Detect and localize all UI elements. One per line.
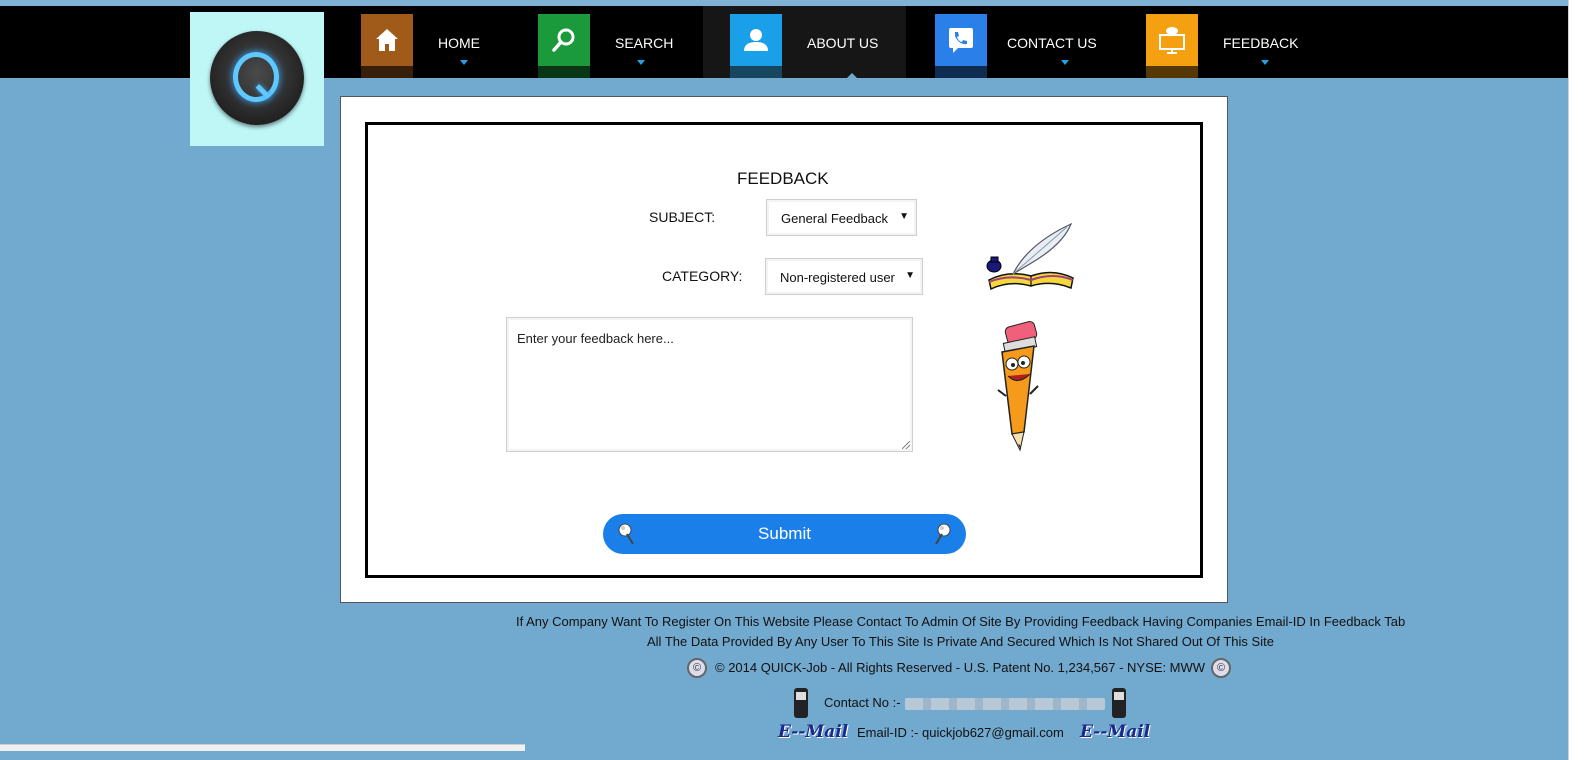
nav-item-home[interactable]: HOME: [360, 6, 510, 78]
category-label: CATEGORY:: [662, 268, 743, 284]
logo-q-icon: [233, 52, 279, 102]
subject-label: SUBJECT:: [649, 209, 716, 225]
chevron-down-icon: [460, 60, 468, 65]
mobile-phone-icon: [1112, 688, 1126, 718]
nav-item-contact-us[interactable]: CONTACT US: [934, 6, 1114, 78]
mobile-phone-icon: [794, 688, 808, 718]
category-select[interactable]: Non-registered user ▼: [765, 258, 923, 295]
contact-number-redacted: [904, 697, 1105, 710]
pencil-character-illustration: [997, 321, 1039, 452]
search-icon: [538, 14, 590, 66]
footer-copyright: © 2014 QUICK-Job - All Rights Reserved -…: [715, 660, 1206, 675]
logo-ring: [210, 31, 304, 125]
vertical-scrollbar[interactable]: [1568, 0, 1584, 760]
subject-select-value: General Feedback: [781, 211, 888, 226]
category-select-value: Non-registered user: [780, 270, 895, 285]
footer-contact: Contact No :-: [824, 695, 1105, 710]
submit-button[interactable]: Submit: [603, 514, 966, 554]
footer-register-note: If Any Company Want To Register On This …: [516, 614, 1406, 629]
email-logo-icon: E--Mail: [778, 722, 849, 742]
home-icon: [361, 14, 413, 66]
footer-email[interactable]: Email-ID :- quickjob627@gmail.com: [857, 725, 1064, 740]
nav-label-about-us: ABOUT US: [807, 35, 879, 51]
phone-icon: [935, 14, 987, 66]
resize-handle[interactable]: [902, 441, 910, 449]
nav-label-search: SEARCH: [615, 35, 674, 51]
chevron-down-icon: [1061, 60, 1069, 65]
subject-select[interactable]: General Feedback ▼: [766, 199, 917, 236]
contact-label: Contact No :-: [824, 695, 901, 710]
footer-privacy-note: All The Data Provided By Any User To Thi…: [647, 634, 1274, 649]
active-indicator: [846, 73, 858, 79]
form-title: FEEDBACK: [737, 169, 829, 188]
quill-book-illustration: [986, 222, 1074, 291]
monitor-chat-icon: [1146, 14, 1198, 66]
nav-item-about-us[interactable]: ABOUT US: [703, 6, 906, 79]
copyright-icon: ©: [1211, 658, 1231, 678]
nav-label-feedback: FEEDBACK: [1223, 35, 1299, 51]
chevron-down-icon: [637, 60, 645, 65]
dropdown-arrow-icon: ▼: [899, 211, 909, 222]
pushpin-icon: [618, 523, 634, 545]
pushpin-icon: [935, 523, 951, 545]
horizontal-scrollbar[interactable]: [0, 744, 525, 751]
nav-item-feedback[interactable]: FEEDBACK: [1145, 6, 1325, 78]
feedback-textarea[interactable]: Enter your feedback here...: [506, 317, 913, 452]
copyright-icon: ©: [687, 658, 707, 678]
submit-label: Submit: [758, 524, 811, 543]
dropdown-arrow-icon: ▼: [905, 270, 915, 281]
nav-item-search[interactable]: SEARCH: [537, 6, 687, 78]
feedback-placeholder: Enter your feedback here...: [517, 331, 674, 346]
user-icon: [730, 14, 782, 66]
email-logo-icon: E--Mail: [1080, 722, 1151, 742]
site-logo[interactable]: [190, 12, 324, 146]
chevron-down-icon: [1261, 60, 1269, 65]
nav-label-contact-us: CONTACT US: [1007, 35, 1097, 51]
nav-label-home: HOME: [438, 35, 480, 51]
